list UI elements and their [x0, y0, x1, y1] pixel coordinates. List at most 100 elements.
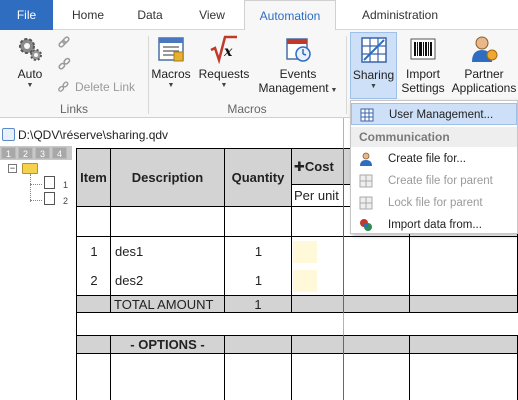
- page-icon[interactable]: [44, 192, 55, 205]
- sharing-label: Sharing: [352, 68, 395, 82]
- outline-tree: − 1 2: [0, 160, 76, 400]
- menu-item-create-file-for[interactable]: Create file for...: [351, 148, 517, 170]
- events-management-button[interactable]: Events Management ▼: [256, 30, 340, 98]
- import-label: Import: [405, 67, 440, 81]
- chevron-down-icon: ▼: [328, 87, 338, 94]
- header-quantity[interactable]: Quantity: [225, 149, 292, 207]
- tree-node-number: 1: [63, 180, 69, 190]
- document-path: D:\QDV\réserve\sharing.qdv: [18, 128, 169, 142]
- total-cost-cell: [292, 296, 344, 313]
- tab-file[interactable]: File: [0, 0, 53, 30]
- spacer-cell: [292, 207, 344, 237]
- macros-icon: [158, 37, 184, 62]
- spacer-cell: [111, 207, 225, 237]
- events-label: Events: [279, 67, 317, 81]
- menu-item-label: Create file for...: [388, 153, 466, 165]
- total-quantity[interactable]: 1: [225, 296, 292, 313]
- auto-button[interactable]: Auto ▼: [8, 30, 52, 98]
- header-per-unit[interactable]: Per unit: [292, 185, 344, 207]
- delete-link-label: Delete Link: [75, 80, 136, 94]
- total-amount-label[interactable]: TOTAL AMOUNT: [111, 296, 225, 313]
- gears-icon: [19, 38, 42, 61]
- total-cost-cell: [410, 296, 518, 313]
- header-item[interactable]: Item: [77, 149, 111, 207]
- partner-user-icon: [472, 36, 498, 62]
- folder-icon[interactable]: [22, 163, 38, 174]
- sharing-icon: [360, 37, 387, 63]
- spacer-cell: [225, 207, 292, 237]
- options-item-cell: [77, 336, 111, 354]
- tab-data[interactable]: Data: [124, 0, 176, 30]
- header-description[interactable]: Description: [111, 149, 225, 207]
- settings-label: Settings: [401, 81, 445, 95]
- level-4-button[interactable]: 4: [52, 147, 67, 159]
- options-cell: [344, 336, 410, 354]
- options-label[interactable]: - OPTIONS -: [111, 336, 225, 354]
- menu-item-label: User Management...: [389, 109, 494, 121]
- row-1-quantity[interactable]: 1: [225, 244, 292, 259]
- empty-cell: [292, 354, 344, 400]
- row-1-description[interactable]: des1: [115, 244, 143, 259]
- level-2-button[interactable]: 2: [18, 147, 33, 159]
- menu-item-user-management[interactable]: User Management...: [351, 103, 517, 125]
- tree-node-number: 2: [63, 196, 69, 206]
- row-2-quantity[interactable]: 1: [225, 273, 292, 288]
- empty-cell: [410, 354, 518, 400]
- user-grid-icon: [360, 108, 374, 122]
- unlink-icon[interactable]: [56, 56, 72, 72]
- options-cell: [225, 336, 292, 354]
- menu-item-import-data-from[interactable]: Import data from...: [351, 214, 517, 236]
- highlight-cell: [293, 241, 317, 263]
- header-cost[interactable]: ✚Cost: [292, 149, 344, 185]
- menu-item-label: Lock file for parent: [388, 197, 483, 209]
- row-2-item[interactable]: 2: [77, 273, 111, 288]
- group-label-macros: Macros: [227, 102, 267, 116]
- management-label-row: Management ▼: [256, 82, 340, 97]
- empty-cell: [111, 354, 225, 400]
- partner-applications-button[interactable]: Partner Applications: [450, 30, 518, 98]
- table-row-cost: [410, 237, 518, 295]
- highlight-cell: [293, 270, 317, 292]
- sharing-dropdown-menu: User Management... Communication Create …: [350, 100, 518, 234]
- auto-label: Auto: [17, 67, 43, 81]
- tree-connector: [30, 184, 42, 185]
- cursor-guide-line: [343, 118, 344, 400]
- partner-label: Partner: [464, 67, 504, 81]
- empty-cell: [344, 354, 410, 400]
- calendar-clock-icon: [286, 38, 311, 62]
- row-1-item[interactable]: 1: [77, 244, 111, 259]
- requests-button[interactable]: x Requests ▼: [196, 30, 252, 98]
- tab-administration[interactable]: Administration: [348, 0, 452, 30]
- level-buttons: 1 2 3 4: [0, 146, 72, 160]
- menu-item-create-file-for-parent[interactable]: Create file for parent: [351, 170, 517, 192]
- delete-link-button[interactable]: Delete Link: [56, 79, 140, 95]
- ribbon-tabbar: File Home Data View Automation Administr…: [0, 0, 518, 31]
- level-3-button[interactable]: 3: [35, 147, 50, 159]
- row-2-description[interactable]: des2: [115, 273, 143, 288]
- tree-connector: [30, 174, 31, 202]
- broken-link-icon: [58, 81, 69, 92]
- svg-text:x: x: [223, 44, 233, 60]
- level-1-button[interactable]: 1: [1, 147, 16, 159]
- tree-connector: [30, 200, 42, 201]
- menu-item-lock-file-for-parent[interactable]: Lock file for parent: [351, 192, 517, 214]
- collapse-icon[interactable]: −: [8, 164, 17, 173]
- document-icon: [2, 128, 15, 141]
- options-cell: [292, 336, 344, 354]
- expand-plus-icon[interactable]: ✚: [294, 159, 305, 174]
- lock-grid-disabled-icon: [359, 196, 373, 210]
- document-titlebar: D:\QDV\réserve\sharing.qdv: [0, 126, 350, 144]
- empty-cell: [77, 354, 111, 400]
- import-data-icon: [360, 219, 372, 231]
- sharing-button[interactable]: Sharing ▼: [350, 32, 397, 99]
- spacer-cell: [77, 313, 518, 336]
- link-icon[interactable]: [56, 34, 72, 50]
- empty-cell: [225, 354, 292, 400]
- macros-button[interactable]: Macros ▼: [150, 30, 192, 98]
- tab-automation[interactable]: Automation: [244, 0, 336, 31]
- tab-view[interactable]: View: [186, 0, 238, 30]
- import-settings-button[interactable]: Import Settings: [400, 30, 446, 98]
- page-icon[interactable]: [44, 176, 55, 189]
- applications-label: Applications: [451, 81, 517, 95]
- tab-home[interactable]: Home: [62, 0, 114, 30]
